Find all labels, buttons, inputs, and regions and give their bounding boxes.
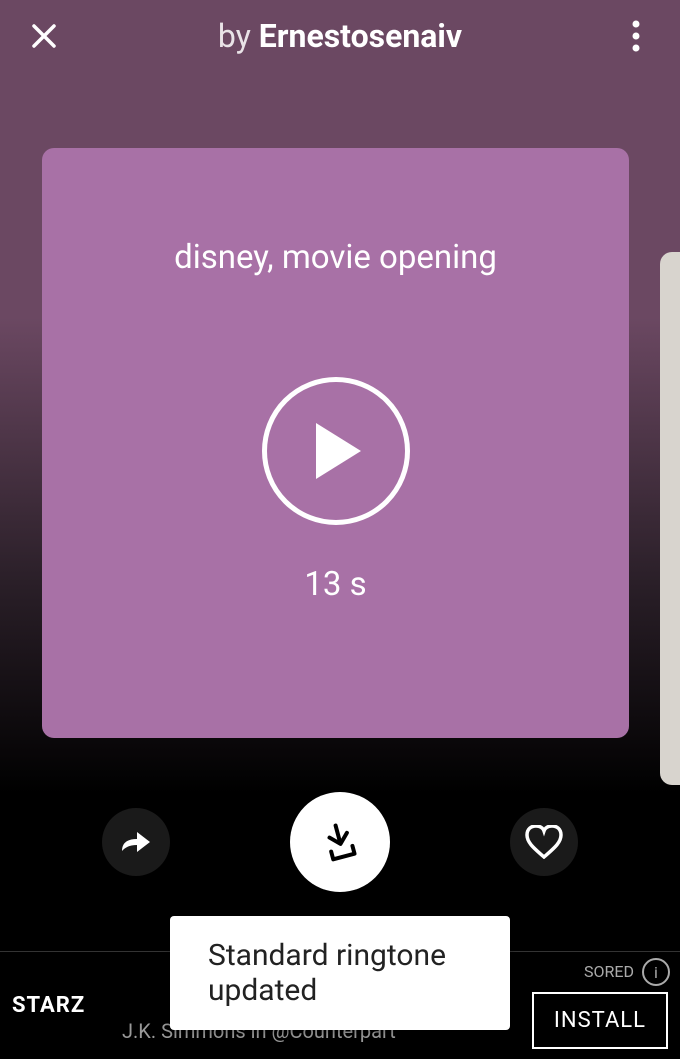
set-ringtone-button[interactable] bbox=[290, 792, 390, 892]
sponsored-label: SORED bbox=[584, 962, 634, 981]
header-bar: by Ernestosenaiv bbox=[0, 0, 680, 72]
by-label: by bbox=[218, 17, 251, 55]
install-button[interactable]: INSTALL bbox=[532, 992, 668, 1049]
ringtone-title: disney, movie opening bbox=[174, 238, 497, 277]
close-icon bbox=[28, 20, 60, 52]
more-options-button[interactable] bbox=[616, 16, 656, 56]
more-vertical-icon bbox=[632, 20, 640, 52]
toast-notification: Standard ringtone updated bbox=[170, 916, 510, 1030]
ringtone-card: disney, movie opening 13 s bbox=[42, 148, 629, 738]
heart-icon bbox=[525, 825, 563, 859]
download-set-icon bbox=[319, 821, 361, 863]
play-button[interactable] bbox=[262, 377, 410, 525]
page-title: by Ernestosenaiv bbox=[64, 17, 616, 55]
share-button[interactable] bbox=[102, 808, 170, 876]
close-button[interactable] bbox=[24, 16, 64, 56]
card-carousel[interactable]: disney, movie opening 13 s bbox=[0, 72, 680, 742]
ad-info-button[interactable]: i bbox=[642, 958, 670, 986]
duration-label: 13 s bbox=[304, 565, 366, 604]
next-card-peek[interactable] bbox=[660, 252, 680, 785]
toast-message: Standard ringtone updated bbox=[208, 938, 446, 1008]
ad-logo: STARZ bbox=[12, 993, 122, 1018]
info-icon: i bbox=[654, 963, 658, 982]
favorite-button[interactable] bbox=[510, 808, 578, 876]
author-name[interactable]: Ernestosenaiv bbox=[259, 17, 462, 55]
play-icon bbox=[311, 423, 361, 479]
action-bar bbox=[0, 742, 680, 922]
share-icon bbox=[119, 827, 153, 857]
